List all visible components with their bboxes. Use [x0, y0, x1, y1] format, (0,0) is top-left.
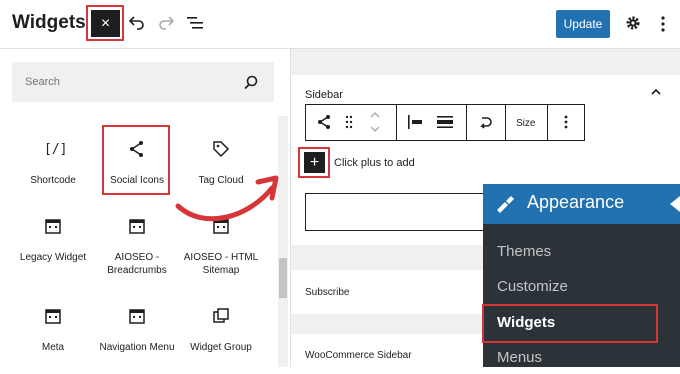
- toolbar-separator: [505, 105, 506, 140]
- drag-handle-icon[interactable]: [344, 115, 354, 129]
- add-block-hint: Click plus to add: [334, 157, 415, 169]
- search-icon: [244, 75, 258, 90]
- widgets-menu-highlight: [482, 304, 658, 343]
- add-block-button[interactable]: +: [304, 152, 325, 173]
- menu-item-customize[interactable]: Customize: [497, 278, 568, 295]
- more-vertical-icon[interactable]: [563, 114, 569, 130]
- gear-icon[interactable]: [625, 15, 641, 31]
- page-title: Widgets: [12, 12, 86, 33]
- shortcode-icon: [/]: [44, 142, 68, 157]
- block-meta[interactable]: Meta: [10, 341, 96, 354]
- menu-item-themes[interactable]: Themes: [497, 243, 551, 260]
- block-appender[interactable]: [305, 193, 505, 231]
- block-legacy-widget[interactable]: Legacy Widget: [10, 251, 96, 264]
- toolbar-separator: [396, 105, 397, 140]
- block-widget-group[interactable]: Widget Group: [178, 341, 264, 354]
- block-shortcode[interactable]: Shortcode: [10, 174, 96, 187]
- menu-item-menus[interactable]: Menus: [497, 349, 542, 366]
- move-up-down-icon[interactable]: [369, 109, 381, 135]
- woocommerce-sidebar-title: WooCommerce Sidebar: [305, 350, 412, 361]
- scrollbar-thumb[interactable]: [279, 258, 287, 298]
- tag-icon: [213, 141, 230, 158]
- redo-icon[interactable]: [157, 13, 175, 31]
- block-aioseo-breadcrumbs[interactable]: AIOSEO - Breadcrumbs: [94, 251, 180, 277]
- share-icon[interactable]: [316, 114, 332, 130]
- group-icon: [213, 308, 229, 323]
- share-icon: [130, 141, 143, 157]
- search-placeholder: Search: [25, 76, 60, 88]
- justify-left-icon[interactable]: [406, 114, 424, 130]
- size-button[interactable]: Size: [516, 118, 535, 129]
- calendar-icon: [129, 309, 145, 324]
- appearance-menu-title: Appearance: [527, 192, 625, 212]
- pointer-arrow: [175, 175, 279, 222]
- more-vertical-icon[interactable]: [660, 14, 666, 34]
- toolbar-separator: [466, 105, 467, 140]
- justify-stretch-icon[interactable]: [436, 114, 454, 130]
- update-button[interactable]: Update: [556, 10, 610, 38]
- subscribe-title: Subscribe: [305, 287, 350, 298]
- calendar-icon: [45, 219, 61, 234]
- block-social-icons[interactable]: Social Icons: [94, 174, 180, 187]
- list-view-icon[interactable]: [186, 14, 204, 32]
- calendar-icon: [129, 219, 145, 234]
- menu-current-arrow: [670, 196, 680, 212]
- paintbrush-icon: [497, 196, 514, 213]
- block-aioseo-html-sitemap[interactable]: AIOSEO - HTML Sitemap: [178, 251, 264, 277]
- chevron-up-icon[interactable]: [650, 87, 662, 97]
- link-icon[interactable]: [476, 113, 494, 131]
- block-navigation-menu[interactable]: Navigation Menu: [94, 341, 180, 354]
- sidebar-title[interactable]: Sidebar: [305, 89, 343, 101]
- close-button[interactable]: ×: [91, 10, 120, 37]
- undo-icon[interactable]: [128, 13, 146, 31]
- toolbar-separator: [547, 105, 548, 140]
- calendar-icon: [45, 309, 61, 324]
- scrollbar-track[interactable]: [278, 116, 288, 367]
